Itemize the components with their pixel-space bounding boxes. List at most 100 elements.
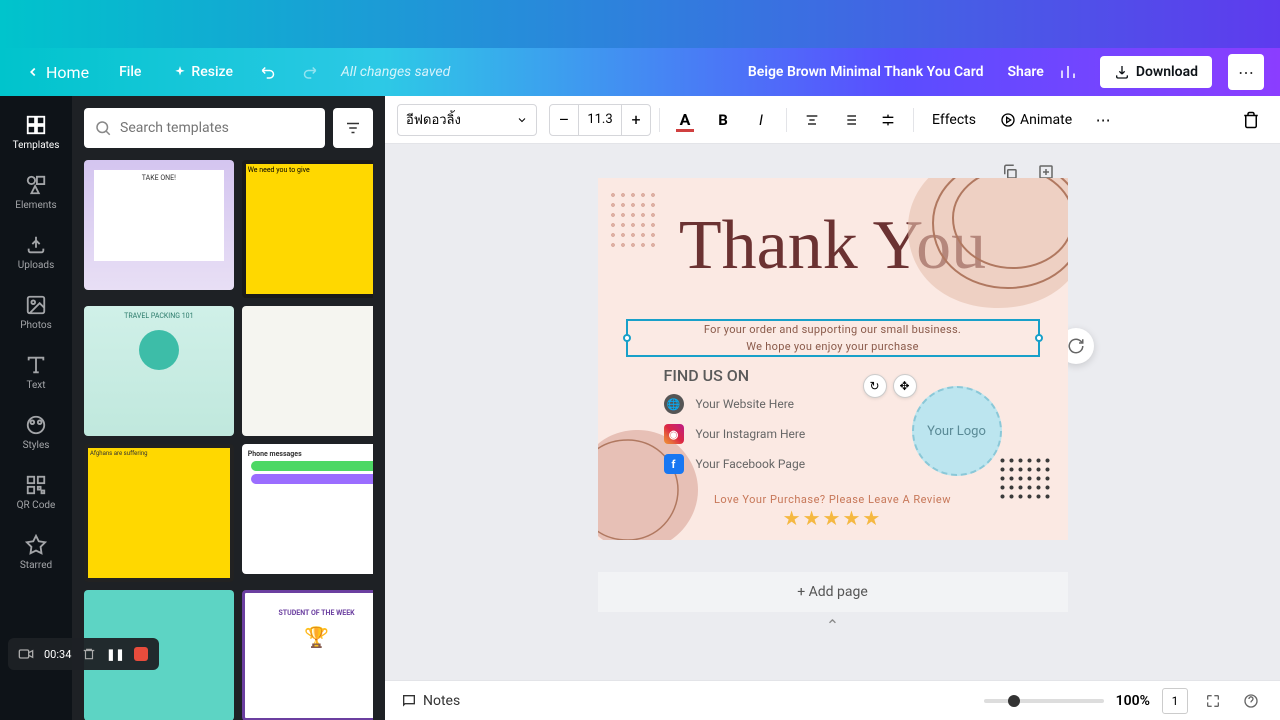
notes-button[interactable]: Notes: [401, 693, 460, 709]
styles-tab[interactable]: Styles: [4, 404, 68, 460]
chart-icon: [1059, 63, 1077, 81]
templates-icon: [25, 114, 47, 136]
refresh-icon: [1067, 337, 1085, 355]
design-canvas[interactable]: Thank You For your order and supporting …: [598, 178, 1068, 540]
template-thumbnail[interactable]: We need you to give: [242, 160, 373, 298]
facebook-icon: f: [664, 454, 684, 474]
template-thumbnail[interactable]: STUDENT OF THE WEEK🏆: [242, 590, 373, 720]
download-icon: [1114, 64, 1130, 80]
filter-button[interactable]: [333, 108, 373, 148]
font-size-increase[interactable]: +: [622, 105, 650, 135]
align-icon: [804, 112, 820, 128]
zoom-slider[interactable]: [984, 699, 1104, 703]
elements-icon: [25, 174, 47, 196]
instagram-icon: ◉: [664, 424, 684, 444]
redo-icon: [300, 63, 318, 81]
fullscreen-icon: [1205, 693, 1221, 709]
notes-icon: [401, 693, 417, 709]
text-toolbar: อีฟดอวลิ้ง – + A B I: [385, 96, 1280, 144]
animate-icon: [1000, 112, 1016, 128]
star-rating[interactable]: ★★★★★: [598, 506, 1068, 530]
list-icon: [842, 112, 858, 128]
spacing-button[interactable]: [871, 104, 905, 136]
home-button[interactable]: Home: [16, 57, 99, 88]
editor-area: อีฟดอวลิ้ง – + A B I: [385, 96, 1280, 720]
trash-icon: [82, 647, 96, 661]
template-thumbnail[interactable]: Afghans are suffering: [84, 444, 234, 582]
instagram-row[interactable]: ◉ Your Instagram Here: [664, 424, 806, 444]
document-title[interactable]: Beige Brown Minimal Thank You Card: [748, 64, 984, 80]
rotate-button[interactable]: ↻: [863, 374, 887, 398]
text-tab[interactable]: Text: [4, 344, 68, 400]
zoom-percentage[interactable]: 100%: [1116, 693, 1150, 709]
search-input[interactable]: [120, 120, 315, 136]
delete-button[interactable]: [1234, 104, 1268, 136]
website-row[interactable]: 🌐 Your Website Here: [664, 394, 806, 414]
page-chevron[interactable]: ⌃: [385, 612, 1280, 639]
font-selector[interactable]: อีฟดอวลิ้ง: [397, 104, 537, 136]
subtitle-text[interactable]: For your order and supporting our small …: [598, 322, 1068, 355]
undo-button[interactable]: [253, 56, 285, 88]
font-size-input[interactable]: [578, 105, 622, 135]
facebook-row[interactable]: f Your Facebook Page: [664, 454, 806, 474]
decorative-dots: [608, 190, 656, 250]
pause-recording-button[interactable]: ❚❚: [107, 646, 123, 662]
logo-placeholder[interactable]: Your Logo: [912, 386, 1002, 476]
recording-widget: 00:34 ❚❚: [8, 638, 159, 670]
top-bar: Home File Resize All changes saved Beige…: [0, 48, 1280, 96]
more-button[interactable]: ⋯: [1228, 54, 1264, 90]
analytics-button[interactable]: [1052, 56, 1084, 88]
recording-time: 00:34: [44, 648, 71, 661]
redo-button[interactable]: [293, 56, 325, 88]
effects-button[interactable]: Effects: [922, 104, 986, 136]
animate-button[interactable]: Animate: [990, 104, 1082, 136]
sparkle-icon: [173, 65, 187, 79]
list-button[interactable]: [833, 104, 867, 136]
home-label: Home: [46, 63, 89, 82]
chevron-down-icon: [516, 114, 528, 126]
template-thumbnail[interactable]: TAKE ONE!: [84, 160, 234, 290]
photos-tab[interactable]: Photos: [4, 284, 68, 340]
search-box[interactable]: [84, 108, 325, 148]
more-toolbar-button[interactable]: ⋯: [1086, 104, 1120, 136]
side-rail: Templates Elements Uploads Photos Text S…: [0, 96, 72, 720]
template-thumbnail[interactable]: [242, 306, 373, 436]
element-controls: ↻ ✥: [863, 374, 917, 398]
bold-button[interactable]: B: [706, 104, 740, 136]
file-menu[interactable]: File: [107, 58, 153, 86]
uploads-tab[interactable]: Uploads: [4, 224, 68, 280]
find-us-heading[interactable]: FIND US ON: [664, 366, 750, 385]
trash-icon: [1242, 111, 1260, 129]
globe-icon: 🌐: [664, 394, 684, 414]
template-thumbnail[interactable]: Phone messages: [242, 444, 373, 574]
italic-button[interactable]: I: [744, 104, 778, 136]
undo-icon: [260, 63, 278, 81]
share-button[interactable]: Share: [1008, 64, 1044, 80]
font-size-decrease[interactable]: –: [550, 105, 578, 135]
elements-tab[interactable]: Elements: [4, 164, 68, 220]
camera-icon: [18, 646, 34, 662]
download-button[interactable]: Download: [1100, 56, 1212, 88]
stop-recording-button[interactable]: [133, 646, 149, 662]
filter-icon: [344, 119, 362, 137]
align-button[interactable]: [795, 104, 829, 136]
resize-menu[interactable]: Resize: [161, 58, 245, 86]
uploads-icon: [25, 234, 47, 256]
review-text[interactable]: Love Your Purchase? Please Leave A Revie…: [598, 493, 1068, 506]
text-color-button[interactable]: A: [668, 104, 702, 136]
spacing-icon: [880, 112, 896, 128]
canvas-area[interactable]: Thank You For your order and supporting …: [385, 144, 1280, 680]
move-button[interactable]: ✥: [893, 374, 917, 398]
qrcode-tab[interactable]: QR Code: [4, 464, 68, 520]
photos-icon: [25, 294, 47, 316]
zoom-thumb[interactable]: [1008, 695, 1020, 707]
template-thumbnail[interactable]: TRAVEL PACKING 101: [84, 306, 234, 436]
page-indicator[interactable]: 1: [1162, 688, 1188, 714]
text-icon: [25, 354, 47, 376]
templates-tab[interactable]: Templates: [4, 104, 68, 160]
add-page-button[interactable]: + Add page: [598, 572, 1068, 612]
fullscreen-button[interactable]: [1200, 688, 1226, 714]
delete-recording-button[interactable]: [81, 646, 97, 662]
starred-tab[interactable]: Starred: [4, 524, 68, 580]
help-button[interactable]: [1238, 688, 1264, 714]
